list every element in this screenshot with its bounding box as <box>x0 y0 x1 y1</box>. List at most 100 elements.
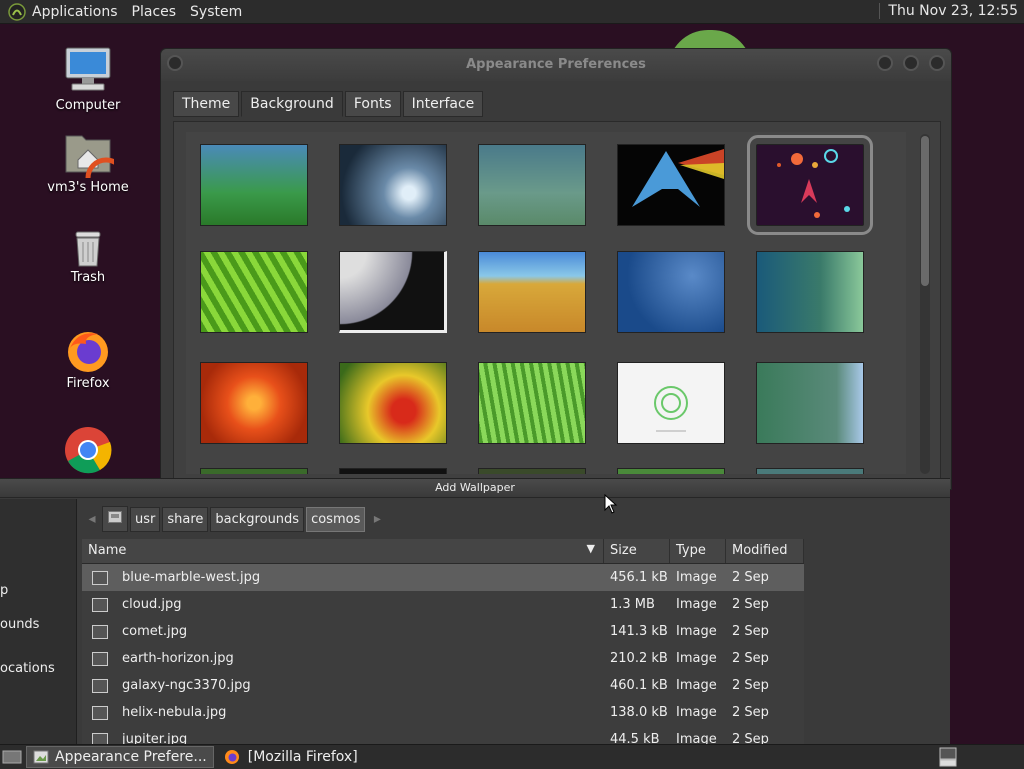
wallpaper-thumbnail[interactable] <box>339 468 447 474</box>
menu-system[interactable]: System <box>190 4 242 20</box>
file-row[interactable]: cloud.jpg 1.3 MB Image 2 Sep <box>82 591 804 618</box>
path-back-arrow-icon[interactable]: ◂ <box>82 511 102 527</box>
file-rows: blue-marble-west.jpg 456.1 kB Image 2 Sep cl… <box>82 564 804 749</box>
sort-descending-icon: ▼ <box>586 542 595 555</box>
crumb-usr[interactable]: usr <box>130 506 161 532</box>
file-modified-cell: 2 Sep <box>732 705 769 720</box>
task-appearance-preferences[interactable]: Appearance Prefere... <box>26 746 214 768</box>
file-list: Name ▼ Size Type Modified blue-marble-we… <box>82 539 804 749</box>
show-desktop-icon[interactable] <box>2 749 22 765</box>
wallpaper-thumbnail[interactable] <box>617 468 725 474</box>
desktop-icon-firefox[interactable]: Firefox <box>38 326 138 391</box>
crumb-backgrounds[interactable]: backgrounds <box>210 506 305 532</box>
image-file-icon <box>92 705 108 720</box>
tab-fonts[interactable]: Fonts <box>344 91 401 117</box>
desktop-icon-trash[interactable]: Trash <box>38 228 138 285</box>
file-row[interactable]: galaxy-ngc3370.jpg 460.1 kB Image 2 Sep <box>82 672 804 699</box>
path-forward-arrow-icon[interactable]: ▸ <box>367 511 387 527</box>
file-type-cell: Image <box>676 624 717 639</box>
desktop-icon-home[interactable]: vm3's Home <box>38 126 138 199</box>
wallpaper-thumbnail[interactable] <box>200 468 308 474</box>
wallpaper-thumbnail[interactable] <box>478 144 586 226</box>
image-file-icon <box>92 624 108 639</box>
workspace-switcher-icon[interactable] <box>938 747 958 767</box>
wallpaper-thumbnail[interactable] <box>756 362 864 444</box>
column-name[interactable]: Name ▼ <box>82 539 604 563</box>
logo-graphic <box>654 386 688 432</box>
window-titlebar[interactable]: Appearance Preferences <box>161 49 951 81</box>
wallpaper-thumbnail-selected[interactable] <box>747 135 873 235</box>
clock[interactable]: Thu Nov 23, 12:55 <box>879 3 1018 19</box>
wallpaper-thumbnail[interactable] <box>617 251 725 333</box>
image-file-icon <box>92 651 108 666</box>
computer-icon <box>62 44 114 96</box>
wallpaper-thumbnail[interactable] <box>478 468 586 474</box>
file-modified-cell: 2 Sep <box>732 570 769 585</box>
file-name-cell: galaxy-ngc3370.jpg <box>82 678 604 693</box>
image-file-icon <box>92 597 108 612</box>
tab-theme[interactable]: Theme <box>173 91 240 117</box>
desktop-icon-computer[interactable]: Computer <box>38 44 138 113</box>
add-wallpaper-dialog: Add Wallpaper p ounds ocations ◂ usr sha… <box>0 478 950 769</box>
file-size-cell: 141.3 kB <box>610 624 668 639</box>
file-modified-cell: 2 Sep <box>732 678 769 693</box>
wallpaper-grid <box>186 132 906 474</box>
column-name-label: Name <box>88 543 127 558</box>
image-file-icon <box>92 678 108 693</box>
file-row[interactable]: helix-nebula.jpg 138.0 kB Image 2 Sep <box>82 699 804 726</box>
home-folder-icon <box>62 126 127 199</box>
mouse-cursor-icon <box>604 494 618 514</box>
file-name-cell: comet.jpg <box>82 624 604 639</box>
wallpaper-thumbnail[interactable] <box>478 251 586 333</box>
crumb-cosmos[interactable]: cosmos <box>306 506 366 532</box>
minimize-button[interactable] <box>877 55 893 71</box>
scrollbar-thumb[interactable] <box>921 136 929 286</box>
wallpaper-thumbnail[interactable] <box>339 362 447 444</box>
menu-places[interactable]: Places <box>132 4 177 20</box>
distro-logo-icon[interactable] <box>8 2 26 21</box>
file-row[interactable]: earth-horizon.jpg 210.2 kB Image 2 Sep <box>82 645 804 672</box>
crumb-share[interactable]: share <box>162 506 209 532</box>
top-panel: Applications Places System Thu Nov 23, 1… <box>0 0 1024 24</box>
column-type[interactable]: Type <box>670 539 726 563</box>
file-name-cell: cloud.jpg <box>82 597 604 612</box>
file-list-header: Name ▼ Size Type Modified <box>82 539 804 564</box>
wallpaper-thumbnail[interactable] <box>617 144 725 226</box>
wallpaper-thumbnail[interactable] <box>200 362 308 444</box>
column-modified[interactable]: Modified <box>726 539 804 563</box>
places-item[interactable]: ounds <box>0 617 39 632</box>
chrome-icon <box>64 426 112 474</box>
tab-background[interactable]: Background <box>241 91 343 117</box>
wallpaper-thumbnail[interactable] <box>756 251 864 333</box>
file-name: earth-horizon.jpg <box>122 651 234 666</box>
root-drive-button[interactable] <box>102 506 128 532</box>
wallpaper-thumbnail[interactable] <box>617 362 725 444</box>
close-button[interactable] <box>929 55 945 71</box>
desktop-icon-label: Computer <box>55 98 121 113</box>
wallpaper-thumbnail[interactable] <box>339 144 447 226</box>
desktop-icon-chrome[interactable] <box>38 426 138 476</box>
maximize-button[interactable] <box>903 55 919 71</box>
dialog-title[interactable]: Add Wallpaper <box>0 479 950 498</box>
task-label: Appearance Prefere... <box>55 749 207 765</box>
file-name: cloud.jpg <box>122 597 182 612</box>
trash-icon <box>68 228 108 268</box>
file-row[interactable]: comet.jpg 141.3 kB Image 2 Sep <box>82 618 804 645</box>
file-modified-cell: 2 Sep <box>732 651 769 666</box>
wallpaper-thumbnail[interactable] <box>200 144 308 226</box>
tab-interface[interactable]: Interface <box>402 91 484 117</box>
wallpaper-thumbnail[interactable] <box>200 251 308 333</box>
file-row[interactable]: blue-marble-west.jpg 456.1 kB Image 2 Sep <box>82 564 804 591</box>
places-item[interactable]: p <box>0 583 8 598</box>
desktop-icon-label: Firefox <box>66 376 110 391</box>
desktop-icon-label: vm3's Home <box>47 180 129 195</box>
wallpaper-thumbnail[interactable] <box>478 362 586 444</box>
wallpaper-thumbnail[interactable] <box>756 468 864 474</box>
column-size[interactable]: Size <box>604 539 670 563</box>
wallpaper-scrollbar[interactable] <box>920 134 930 474</box>
task-mozilla-firefox[interactable]: [Mozilla Firefox] <box>218 747 364 767</box>
places-item[interactable]: ocations <box>0 661 55 676</box>
background-panel <box>173 121 941 483</box>
wallpaper-thumbnail[interactable] <box>339 251 447 333</box>
menu-applications[interactable]: Applications <box>32 4 118 20</box>
